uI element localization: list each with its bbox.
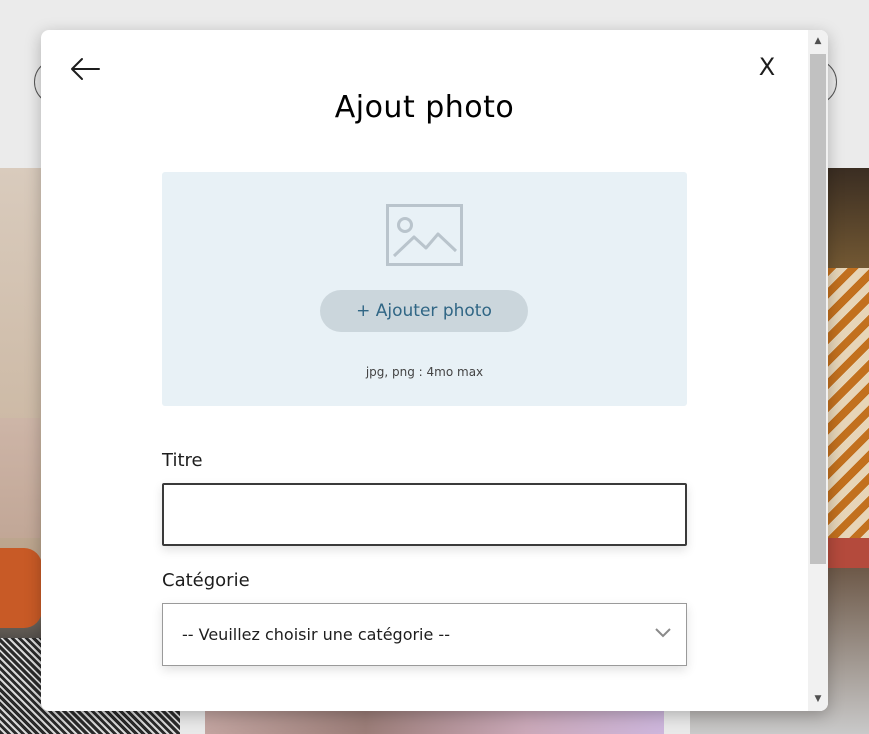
photo-upload-area[interactable]: + Ajouter photo jpg, png : 4mo max [162, 172, 687, 406]
chevron-down-icon [655, 628, 671, 638]
add-photo-button[interactable]: + Ajouter photo [320, 290, 528, 332]
category-selected-value: -- Veuillez choisir une catégorie -- [182, 625, 450, 644]
title-input[interactable] [162, 483, 687, 546]
close-button[interactable]: X [755, 52, 779, 82]
file-format-hint: jpg, png : 4mo max [365, 365, 484, 379]
scrollbar-thumb[interactable] [810, 54, 826, 564]
category-select[interactable]: -- Veuillez choisir une catégorie -- [162, 603, 687, 666]
scroll-down-arrow-icon[interactable]: ▼ [808, 692, 828, 706]
scroll-up-arrow-icon[interactable]: ▲ [808, 34, 828, 48]
add-photo-modal: X Ajout photo + Ajouter photo jpg, png :… [41, 30, 828, 711]
category-label: Catégorie [162, 570, 250, 591]
back-button[interactable] [69, 56, 101, 82]
title-label: Titre [162, 450, 203, 471]
modal-scrollbar[interactable]: ▲ ▼ [808, 30, 828, 711]
arrow-left-icon [71, 58, 100, 80]
modal-title: Ajout photo [334, 90, 515, 125]
image-placeholder-icon [386, 204, 463, 266]
